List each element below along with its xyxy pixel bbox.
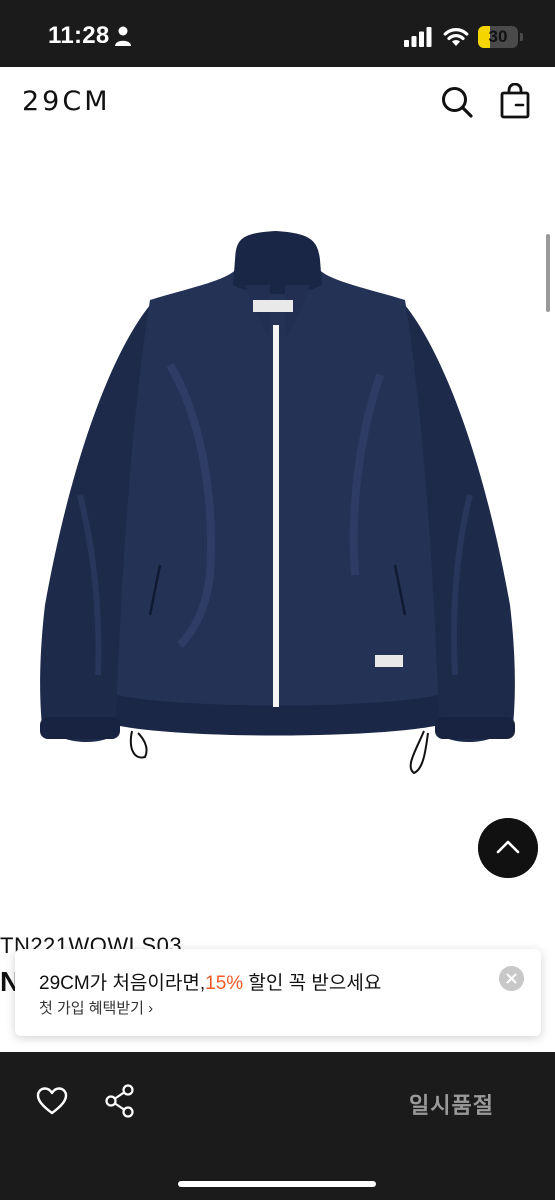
app-header: 29CM — [0, 67, 555, 135]
promo-discount: 15% — [205, 973, 244, 994]
status-time: 11:28 — [48, 22, 110, 49]
sold-out-status: 일시품절 — [409, 1093, 494, 1118]
battery-tip — [520, 33, 523, 41]
battery-label: 30 — [488, 27, 508, 46]
wifi-icon — [443, 28, 469, 46]
share-icon[interactable] — [104, 1084, 136, 1118]
promo-title-suffix: 할인 꼭 받으세요 — [243, 973, 382, 994]
bottom-action-bar: 일시품절 — [0, 1052, 555, 1200]
product-image — [40, 231, 515, 775]
scroll-indicator[interactable] — [546, 234, 550, 312]
person-icon — [115, 26, 131, 46]
heart-icon[interactable] — [36, 1086, 68, 1116]
navy-track-jacket-image — [40, 231, 515, 775]
cellular-signal-icon — [404, 27, 432, 47]
shopping-bag-icon[interactable] — [498, 83, 532, 119]
search-icon[interactable] — [440, 85, 474, 119]
home-indicator[interactable] — [178, 1181, 376, 1187]
close-icon[interactable] — [499, 966, 524, 991]
battery-indicator: 30 — [478, 26, 518, 48]
promo-banner[interactable]: 29CM가 처음이라면,15% 할인 꼭 받으세요 첫 가입 혜택받기 › — [15, 949, 541, 1036]
status-bar: 11:28 30 — [0, 0, 555, 67]
signup-benefit-link[interactable]: 첫 가입 혜택받기 › — [39, 997, 153, 1018]
promo-title-prefix: 29CM가 처음이라면, — [39, 973, 206, 994]
promo-title: 29CM가 처음이라면,15% 할인 꼭 받으세요 — [39, 968, 381, 995]
brand-logo[interactable]: 29CM — [22, 86, 111, 117]
scroll-to-top-button[interactable] — [478, 818, 538, 878]
